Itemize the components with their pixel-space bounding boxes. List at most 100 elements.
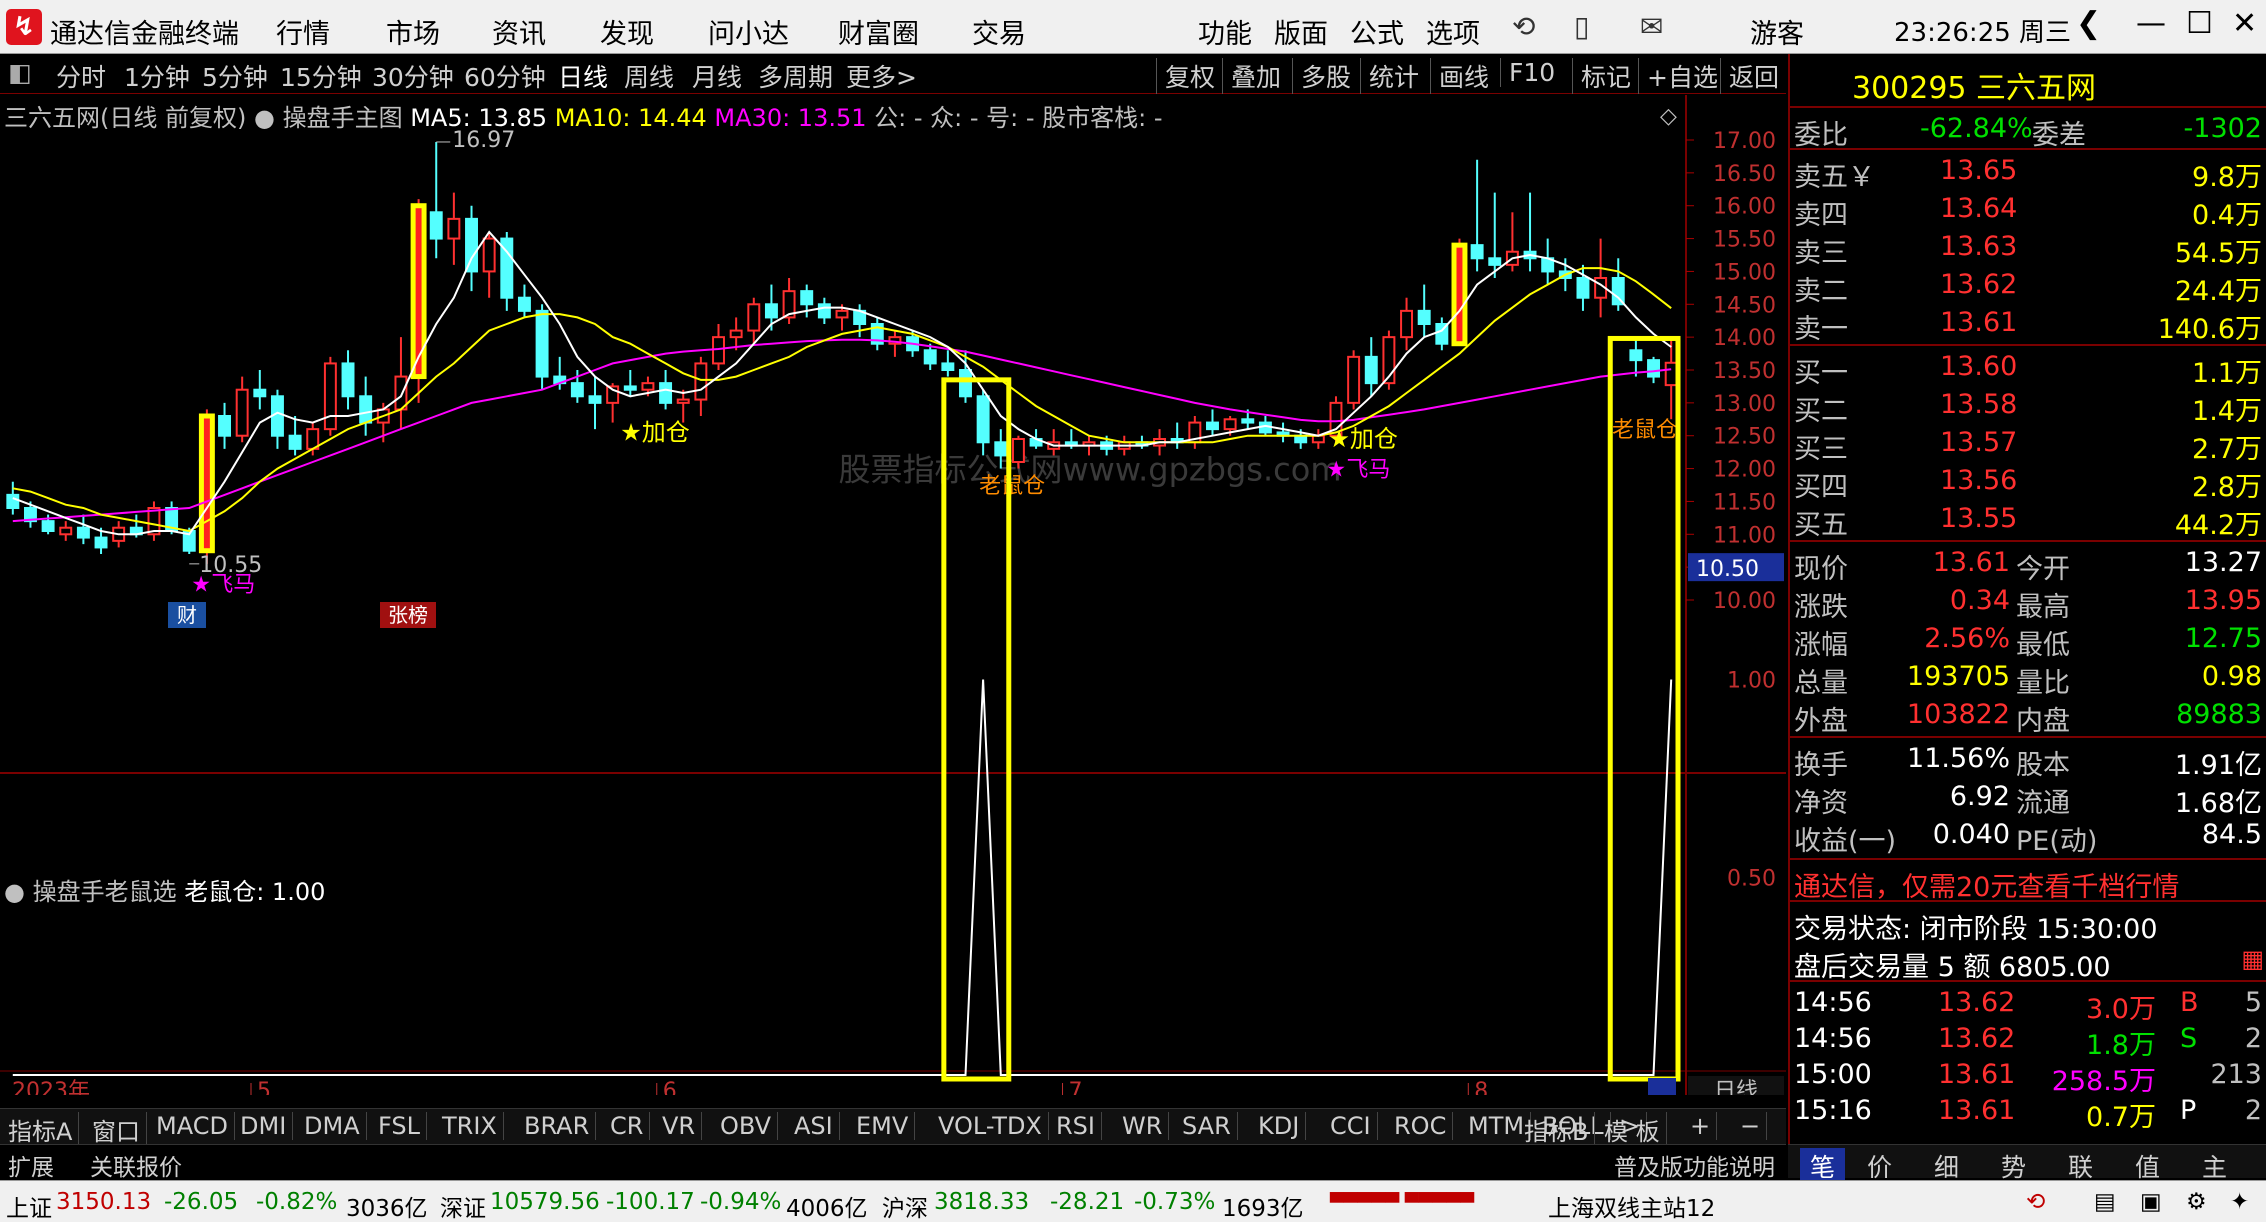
period-60min[interactable]: 60分钟	[464, 58, 546, 94]
candle-body[interactable]	[623, 385, 637, 391]
back-icon[interactable]: ❮	[2076, 6, 2101, 41]
menu-xuanxiang[interactable]: 选项	[1426, 12, 1480, 51]
lock-icon[interactable]: ✦	[2230, 1189, 2249, 1215]
menu-banmian[interactable]: 版面	[1274, 12, 1328, 51]
candle-body[interactable]	[253, 388, 267, 398]
related-quote-button[interactable]: 关联报价	[90, 1148, 182, 1182]
candle-body[interactable]	[323, 362, 337, 431]
candle-body[interactable]	[76, 526, 90, 539]
indicator-tab[interactable]: RSI	[1056, 1112, 1102, 1140]
candle-body[interactable]	[729, 329, 743, 339]
side-tab[interactable]: 价	[1867, 1148, 1892, 1184]
indicator-tab[interactable]: DMI	[240, 1112, 294, 1140]
kline-chart[interactable]: 17.00 16.50 16.00 15.50 15.00 14.50 14.00 13.50…	[0, 95, 1786, 1095]
candle-body[interactable]	[465, 217, 478, 273]
candle-body[interactable]	[198, 413, 215, 554]
candle-body[interactable]	[6, 493, 20, 510]
candle-body[interactable]	[429, 211, 443, 240]
candle-body[interactable]	[1664, 361, 1678, 387]
menu-faxian[interactable]: 发现	[600, 12, 654, 51]
indicator-tab[interactable]: CCI	[1330, 1112, 1378, 1140]
sell-level-row[interactable]: 卖四 13.64 0.4万	[1790, 190, 2266, 231]
period-multi[interactable]: 多周期	[758, 58, 833, 94]
indicator-tab[interactable]: ASI	[794, 1112, 840, 1140]
candle-body[interactable]	[764, 303, 778, 319]
candle-body[interactable]	[835, 309, 849, 319]
menu-gongshi[interactable]: 公式	[1350, 12, 1404, 51]
candle-body[interactable]	[1470, 244, 1484, 260]
sell-level-row[interactable]: 卖二 13.62 24.4万	[1790, 266, 2266, 307]
candle-body[interactable]	[235, 388, 249, 437]
phone-icon[interactable]: ▯	[1574, 10, 1589, 43]
collapse-icon[interactable]: ◧	[8, 58, 32, 87]
indicator-tab[interactable]: 指标B	[1524, 1112, 1596, 1147]
tool-biaoji[interactable]: 标记	[1572, 58, 1631, 94]
period-30min[interactable]: 30分钟	[372, 58, 454, 94]
buy-level-row[interactable]: 买四 13.56 2.8万	[1790, 462, 2266, 503]
buy-level-row[interactable]: 买一 13.60 1.1万	[1790, 348, 2266, 389]
indicator-tab[interactable]: 模 板	[1604, 1112, 1667, 1147]
side-tab[interactable]: 主	[2202, 1148, 2227, 1184]
menu-wenxiaoda[interactable]: 问小达	[708, 12, 789, 51]
buy-level-row[interactable]: 买二 13.58 1.4万	[1790, 386, 2266, 427]
indicator-tab[interactable]: WR	[1122, 1112, 1170, 1140]
candle-body[interactable]	[1347, 355, 1361, 404]
side-tab[interactable]: 联	[2068, 1148, 2093, 1184]
period-1min[interactable]: 1分钟	[124, 58, 190, 94]
minimize-icon[interactable]: —	[2136, 6, 2166, 41]
indicator-tab[interactable]: 窗口	[92, 1112, 147, 1147]
candle-body[interactable]	[1611, 277, 1625, 306]
tool-huaxian[interactable]: 画线	[1430, 58, 1489, 94]
tool-diejia[interactable]: 叠加	[1222, 58, 1281, 94]
hs-label[interactable]: 沪深	[882, 1189, 928, 1222]
indicator-tab[interactable]: MTM	[1468, 1112, 1532, 1140]
menu-zixun[interactable]: 资讯	[492, 12, 546, 51]
indicator-tab[interactable]: +	[1690, 1112, 1718, 1140]
menu-jiaoyi[interactable]: 交易	[972, 12, 1026, 51]
tool-fanhui[interactable]: 返回	[1720, 58, 1779, 94]
indicator-tab[interactable]: TRIX	[442, 1112, 504, 1140]
candle-body[interactable]	[535, 309, 549, 378]
sub-formula-dot-icon[interactable]: ●	[4, 878, 33, 906]
sh-label[interactable]: 上证	[6, 1189, 52, 1222]
tool-zixuan[interactable]: +自选	[1638, 58, 1718, 94]
candle-body[interactable]	[1223, 418, 1237, 431]
indicator-tab[interactable]: DMA	[304, 1112, 367, 1140]
candle-body[interactable]	[994, 441, 1008, 457]
candle-body[interactable]	[94, 536, 108, 549]
candle-body[interactable]	[1488, 257, 1502, 266]
refresh-icon[interactable]: ⟲	[1512, 10, 1535, 43]
candle-body[interactable]	[570, 382, 584, 398]
indicator-tab[interactable]: SAR	[1182, 1112, 1238, 1140]
indicator-tab[interactable]: BRAR	[524, 1112, 597, 1140]
buy-level-row[interactable]: 买五 13.55 44.2万	[1790, 500, 2266, 541]
formula-dot-icon[interactable]: ●	[254, 104, 283, 132]
feature-notes-link[interactable]: 普及版功能说明	[1614, 1148, 1775, 1182]
candle-body[interactable]	[1576, 277, 1590, 299]
candle-body[interactable]	[1241, 418, 1255, 424]
candle-body[interactable]	[959, 369, 972, 398]
close-icon[interactable]: ✕	[2232, 6, 2257, 41]
tool-icon[interactable]: ▣	[2140, 1189, 2162, 1215]
candle-body[interactable]	[1629, 349, 1643, 362]
candle-body[interactable]	[712, 336, 725, 365]
side-tab[interactable]: 势	[2001, 1148, 2026, 1184]
tool-tongji[interactable]: 统计	[1360, 58, 1419, 94]
indicator-tab[interactable]: FSL	[378, 1112, 427, 1140]
menu-shichang[interactable]: 市场	[386, 12, 440, 51]
candle-body[interactable]	[218, 415, 231, 437]
candle-body[interactable]	[941, 362, 955, 371]
indicator-tab[interactable]: KDJ	[1258, 1112, 1307, 1140]
candle-body[interactable]	[747, 303, 761, 332]
buy-level-row[interactable]: 买三 13.57 2.7万	[1790, 424, 2266, 465]
period-more[interactable]: 更多>	[846, 58, 917, 94]
candle-body[interactable]	[694, 362, 708, 401]
candle-body[interactable]	[817, 303, 831, 319]
formula-name[interactable]: 操盘手主图	[283, 104, 403, 132]
expand-icon[interactable]: ▦	[2241, 945, 2264, 973]
menu-gongneng[interactable]: 功能	[1198, 12, 1252, 51]
indicator-tab[interactable]: −	[1740, 1112, 1768, 1140]
candle-body[interactable]	[1206, 421, 1219, 431]
candle-body[interactable]	[359, 395, 373, 424]
mail-icon[interactable]: ✉	[1640, 10, 1663, 43]
